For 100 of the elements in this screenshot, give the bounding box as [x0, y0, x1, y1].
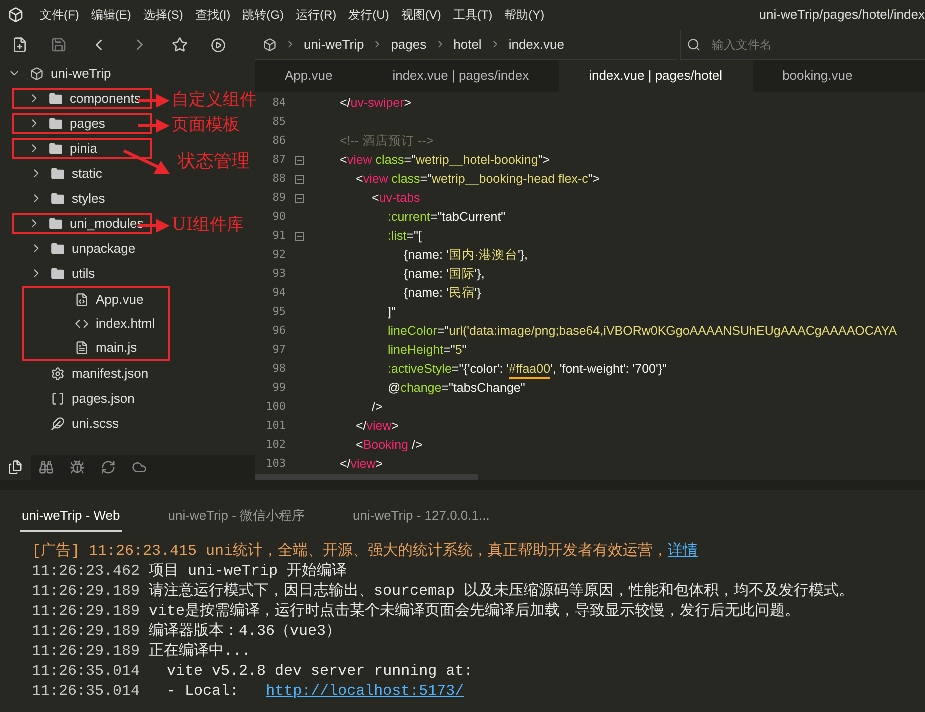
- log-timestamp: 11:26:23.415: [89, 542, 198, 562]
- code-line: lineColor="url('data:image/png;base64,iVBORw0KGgoAAAANSUhEUgAAACgAAAAOCAYA: [388, 323, 898, 340]
- console-tab[interactable]: uni-weTrip - 微信小程序: [166, 502, 308, 532]
- breadcrumb-item[interactable]: pages: [391, 34, 427, 54]
- line-number: 88: [272, 171, 286, 188]
- code-line: lineHeight="5": [388, 342, 467, 360]
- folder-icon: [51, 242, 65, 256]
- horizontal-scrollbar[interactable]: [255, 474, 478, 480]
- project-icon: [30, 66, 44, 80]
- code-line: <Booking />: [356, 437, 423, 454]
- sidebar-tab-icon: [101, 460, 116, 475]
- log-message: uni统计，全端、开源、强大的统计系统，真正帮助开发者有效运营，: [206, 542, 668, 562]
- file-item[interactable]: pages.json: [14, 388, 135, 409]
- editor-tab[interactable]: App.vue: [255, 60, 363, 92]
- fold-toggle[interactable]: [294, 232, 304, 241]
- save-icon[interactable]: [50, 37, 66, 53]
- code-line: {name: '国内·港澳台'},: [404, 247, 528, 264]
- log-message: 项目 uni-weTrip 开始编译: [149, 562, 348, 582]
- sidebar-tab-icon: [39, 460, 54, 475]
- log-timestamp: 11:26:29.189: [32, 582, 140, 602]
- line-number: 93: [272, 266, 286, 282]
- run-icon[interactable]: [210, 38, 226, 52]
- project-icon: [263, 38, 277, 52]
- line-number: 98: [272, 361, 286, 378]
- log-timestamp: 11:26:29.189: [32, 642, 140, 662]
- console-link[interactable]: 详情: [668, 540, 698, 564]
- menu-item[interactable]: 选择(S): [137, 6, 190, 24]
- file-item[interactable]: main.js: [38, 337, 138, 358]
- folder-item[interactable]: pinia: [12, 138, 152, 159]
- log-timestamp: 11:26:35.014: [32, 662, 140, 682]
- folder-icon: [49, 116, 63, 130]
- breadcrumb-item[interactable]: index.vue: [508, 34, 564, 54]
- log-message: - Local:: [166, 682, 240, 702]
- file-item[interactable]: index.html: [38, 313, 156, 334]
- console-link[interactable]: http://localhost:5173/: [266, 680, 464, 704]
- file-item[interactable]: App.vue: [38, 289, 144, 310]
- line-number: 102: [265, 437, 286, 454]
- menu-item[interactable]: 文件(F): [34, 6, 86, 24]
- sidebar-tab-icon: [8, 460, 23, 475]
- code-line: ]": [388, 304, 396, 322]
- window-title: uni-weTrip/pages/hotel/index: [759, 6, 925, 24]
- code-line: {name: '国际'},: [404, 266, 485, 284]
- editor-tab[interactable]: index.vue | pages/index: [362, 60, 560, 92]
- fold-toggle[interactable]: [294, 175, 304, 184]
- editor-tab[interactable]: index.vue | pages/hotel: [559, 60, 753, 92]
- menu-item[interactable]: 查找(I): [189, 6, 237, 24]
- folder-item[interactable]: components: [12, 88, 152, 109]
- console-tab[interactable]: uni-weTrip - 127.0.0.1...: [351, 502, 492, 532]
- menu-item[interactable]: 发行(U): [342, 6, 396, 24]
- sidebar-tab-icon: [70, 460, 85, 475]
- menu-item[interactable]: 工具(T): [447, 6, 499, 24]
- folder-item[interactable]: utils: [14, 263, 96, 284]
- line-number: 86: [272, 133, 286, 150]
- code-line: {name: '民宿'}: [404, 285, 482, 302]
- menu-item[interactable]: 跳转(G): [236, 6, 290, 24]
- breadcrumb-item[interactable]: hotel: [454, 34, 482, 54]
- file-icon: [75, 292, 89, 306]
- file-item[interactable]: uni.scss: [14, 413, 119, 434]
- new-file-icon[interactable]: [12, 37, 28, 53]
- folder-icon: [51, 166, 65, 180]
- line-number: 95: [272, 304, 286, 320]
- folder-icon: [49, 92, 63, 106]
- star-icon[interactable]: [172, 37, 188, 53]
- search-icon: [687, 38, 701, 52]
- code-line: :activeStyle="{'color': '#ffaa00', 'font-weight': '700'}": [388, 361, 667, 378]
- sidebar-tab[interactable]: [0, 455, 31, 480]
- line-number: 91: [272, 228, 286, 244]
- folder-item[interactable]: uni_modules: [12, 213, 152, 234]
- code-line: <!-- 酒店预订 -->: [340, 133, 434, 150]
- fold-toggle[interactable]: [294, 156, 304, 165]
- log-message: 请注意运行模式下，因日志输出、sourcemap 以及未压缩源码等原因，性能和包体积，均不及发行模式。: [149, 582, 854, 602]
- callout-label: 自定义组件: [172, 89, 257, 111]
- folder-item[interactable]: styles: [14, 188, 106, 209]
- menu-item[interactable]: 编辑(E): [85, 6, 138, 24]
- log-timestamp: 11:26:23.462: [32, 562, 140, 582]
- line-number: 90: [272, 209, 286, 226]
- code-line: :list="[: [388, 228, 422, 246]
- file-icon: [51, 366, 65, 380]
- line-number: 97: [272, 342, 286, 358]
- menu-item[interactable]: 帮助(Y): [498, 6, 551, 24]
- code-line: :current="tabCurrent": [388, 209, 506, 226]
- line-number: 85: [272, 114, 286, 130]
- editor-tab[interactable]: booking.vue: [752, 60, 883, 92]
- breadcrumb-item[interactable]: uni-weTrip: [304, 34, 364, 54]
- project-root[interactable]: uni-weTrip: [0, 61, 255, 86]
- file-icon: [51, 392, 65, 406]
- file-icon: [75, 340, 89, 354]
- folder-icon: [49, 216, 63, 230]
- log-timestamp: 11:26:29.189: [32, 622, 140, 642]
- log-message: vite v5.2.8 dev server running at:: [166, 662, 474, 682]
- line-number: 96: [272, 323, 286, 340]
- file-item[interactable]: manifest.json: [14, 363, 149, 384]
- folder-item[interactable]: static: [14, 163, 102, 184]
- menu-item[interactable]: 视图(V): [395, 6, 448, 24]
- fold-toggle[interactable]: [294, 194, 304, 203]
- folder-item[interactable]: pages: [12, 113, 152, 134]
- line-number: 92: [272, 247, 286, 264]
- menu-item[interactable]: 运行(R): [290, 6, 343, 24]
- folder-item[interactable]: unpackage: [14, 238, 136, 259]
- console-tab[interactable]: uni-weTrip - Web: [20, 502, 122, 532]
